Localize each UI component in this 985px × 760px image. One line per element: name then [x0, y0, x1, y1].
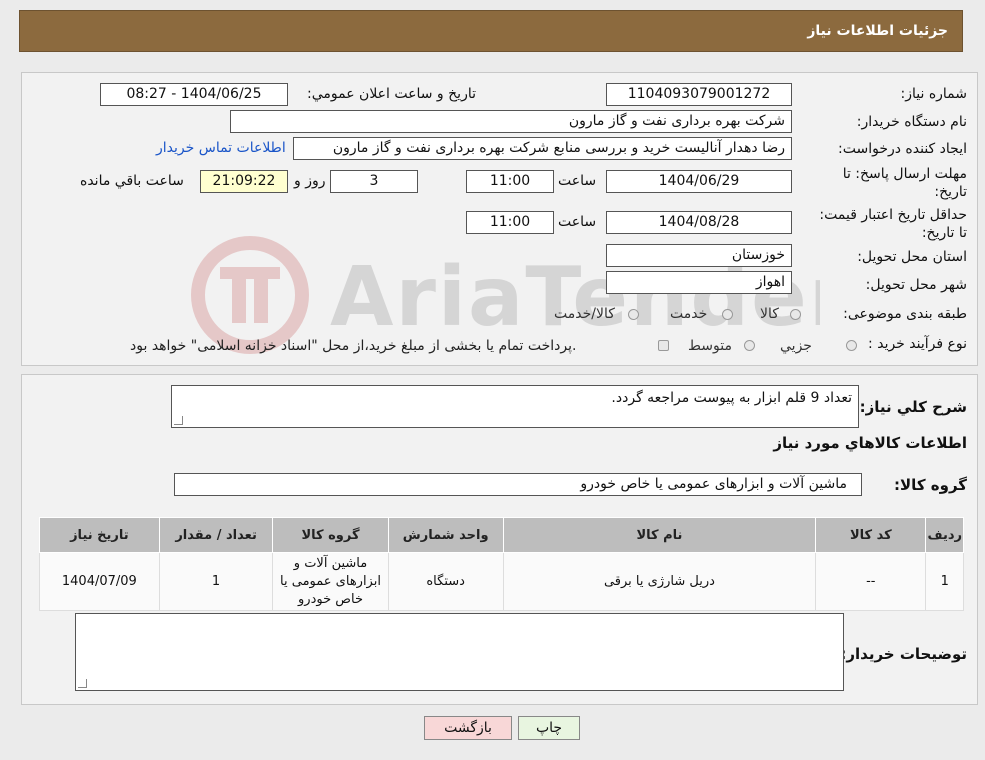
cell-unit: دستگاه [387, 552, 504, 611]
category-option-goods: كالا [760, 306, 779, 322]
page-title: جزئيات اطلاعات نياز [807, 23, 948, 39]
print-button[interactable]: چاپ [518, 716, 580, 740]
cell-item-name: دریل شارژی یا برقی [502, 552, 817, 611]
description-text: تعداد 9 قلم ابزار به پیوست مراجعه گردد. [611, 390, 852, 406]
process-radio-minor[interactable] [846, 340, 857, 351]
creator-label: ايجاد كننده درخواست: [838, 141, 967, 157]
validity-time-label: ساعت [558, 214, 597, 230]
remaining-time-field: 21:09:22 [200, 170, 288, 193]
category-radio-goods-service[interactable] [628, 309, 639, 320]
description-textarea: تعداد 9 قلم ابزار به پیوست مراجعه گردد. [171, 385, 859, 428]
buyer-notes-label: توضيحات خريدار: [840, 645, 967, 663]
back-button[interactable]: بازگشت [424, 716, 512, 740]
announce-label: تاريخ و ساعت اعلان عمومي: [307, 86, 476, 102]
process-radio-medium[interactable] [744, 340, 755, 351]
process-option-medium: متوسط [688, 338, 732, 354]
table-row: 1 -- دریل شارژی یا برقی دستگاه ماشین آلا… [39, 552, 964, 611]
deadline-time-label: ساعت [558, 173, 597, 189]
col-need-date: تاريخ نياز [39, 517, 160, 553]
days-label: روز و [294, 173, 326, 189]
province-label: استان محل تحويل: [857, 249, 967, 265]
col-row-number: رديف [925, 517, 964, 553]
category-label: طبقه بندی موضوعی: [843, 306, 967, 322]
process-checkbox-treasury[interactable] [658, 340, 669, 351]
goods-group-label: گروه كالا: [894, 476, 967, 494]
deadline-date-field: 1404/06/29 [606, 170, 792, 193]
cell-group: ماشین آلات و ابزارهای عمومی یا خاص خودرو [272, 552, 389, 611]
deadline-label: مهلت ارسال پاسخ: تا تاريخ: [842, 166, 967, 200]
process-option-minor: جزيي [780, 338, 812, 354]
cell-item-code: -- [815, 552, 927, 611]
goods-group-field: ماشین آلات و ابزارهای عمومی یا خاص خودرو [174, 473, 862, 496]
category-radio-goods[interactable] [790, 309, 801, 320]
col-quantity: تعداد / مقدار [158, 517, 274, 553]
col-unit: واحد شمارش [387, 517, 504, 553]
col-item-name: نام كالا [502, 517, 817, 553]
contact-info-link[interactable]: اطلاعات تماس خريدار [156, 140, 286, 156]
resize-handle-icon[interactable] [174, 416, 183, 425]
buyer-org-field: شركت بهره برداری نفت و گاز مارون [230, 110, 792, 133]
province-field: خوزستان [606, 244, 792, 267]
validity-date-field: 1404/08/28 [606, 211, 792, 234]
resize-handle-icon[interactable] [78, 679, 87, 688]
items-table-header: رديف كد كالا نام كالا واحد شمارش گروه كا… [39, 517, 964, 553]
page-header: جزئيات اطلاعات نياز [19, 10, 963, 52]
process-label: نوع فرآيند خريد : [868, 336, 967, 352]
city-field: اهواز [606, 271, 792, 294]
announce-field: 1404/06/25 - 08:27 [100, 83, 288, 106]
need-number-label: شماره نياز: [900, 86, 968, 102]
buyer-org-label: نام دستگاه خريدار: [856, 114, 967, 130]
remaining-label: ساعت باقي مانده [80, 173, 184, 189]
city-label: شهر محل تحويل: [865, 277, 967, 293]
col-group: گروه كالا [272, 517, 389, 553]
buyer-notes-textarea [75, 613, 844, 691]
category-option-service: خدمت [670, 306, 708, 322]
cell-quantity: 1 [158, 552, 274, 611]
validity-time-field: 11:00 [466, 211, 554, 234]
validity-label: حداقل تاريخ اعتبار قيمت: تا تاريخ: [819, 207, 967, 241]
cell-need-date: 1404/07/09 [39, 552, 160, 611]
goods-info-title: اطلاعات كالاهاي مورد نياز [773, 434, 967, 452]
cell-row-number: 1 [925, 552, 964, 611]
col-item-code: كد كالا [815, 517, 927, 553]
category-option-goods-service: كالا/خدمت [554, 306, 615, 322]
items-table: رديف كد كالا نام كالا واحد شمارش گروه كا… [39, 517, 964, 611]
creator-field: رضا دهدار آنالیست خرید و بررسی منابع شرک… [293, 137, 792, 160]
process-note: پرداخت تمام يا بخشی از مبلغ خريد،از محل … [130, 338, 577, 354]
need-number-field: 1104093079001272 [606, 83, 792, 106]
days-field: 3 [330, 170, 418, 193]
category-radio-service[interactable] [722, 309, 733, 320]
description-label: شرح كلي نياز: [859, 398, 967, 416]
deadline-time-field: 11:00 [466, 170, 554, 193]
